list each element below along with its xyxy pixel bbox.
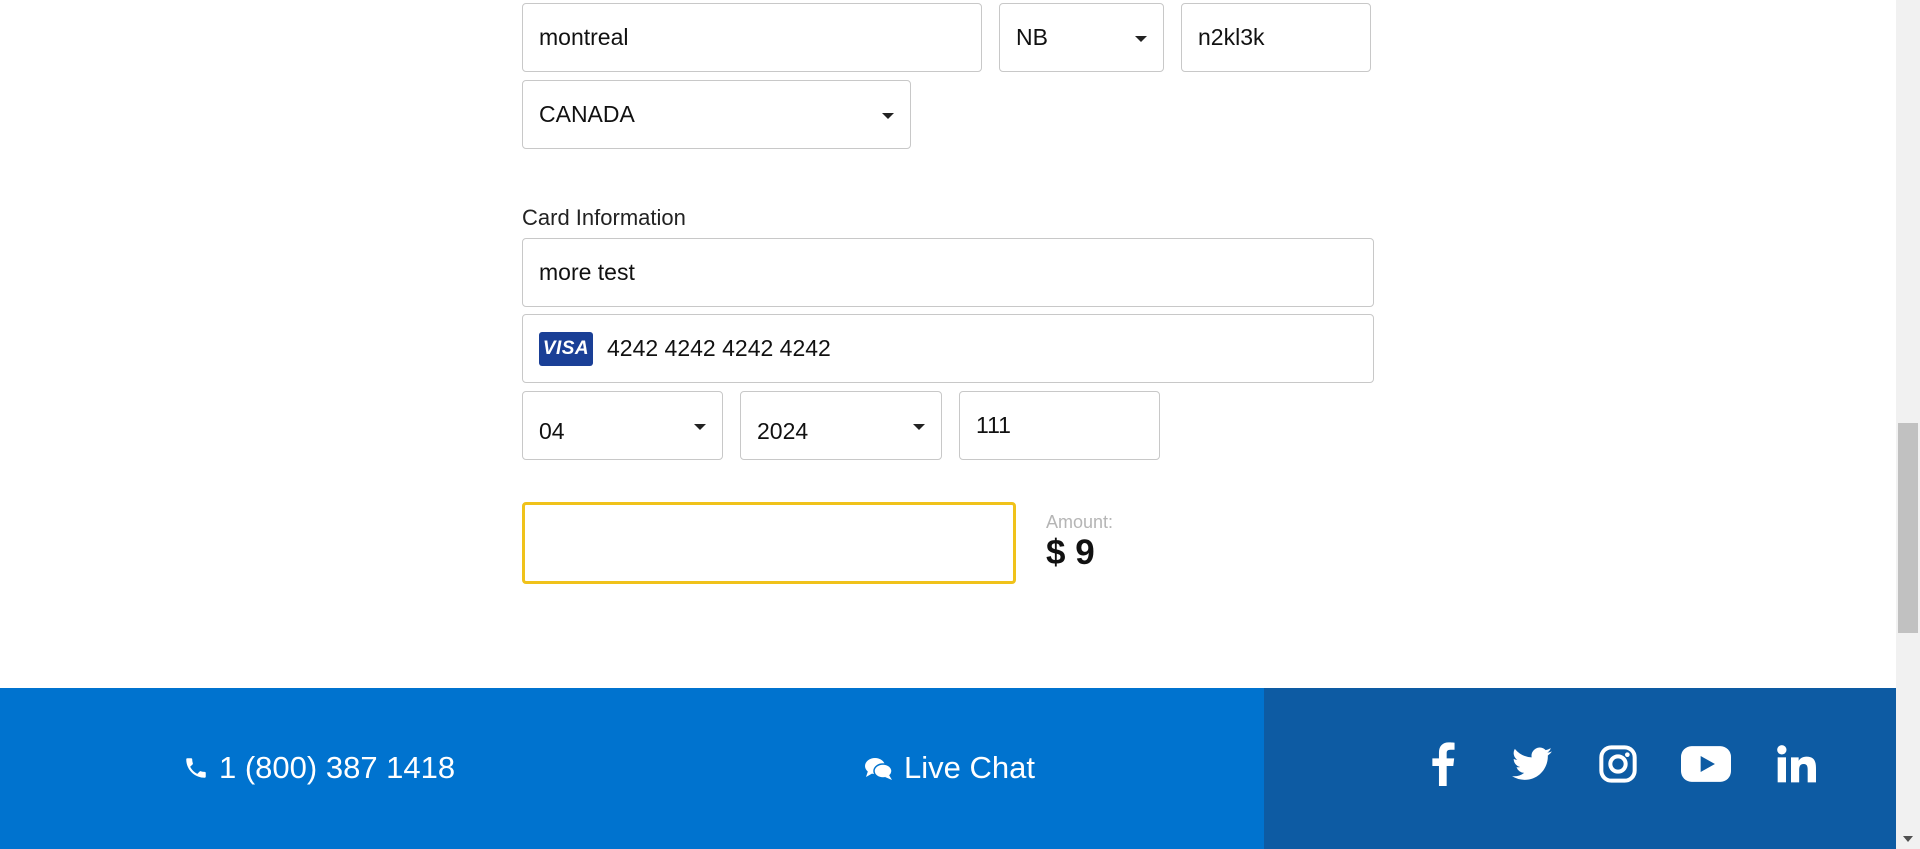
cvc-value: 111 (976, 412, 1011, 438)
exp-year-value: 2024 (757, 418, 809, 444)
scroll-down-arrow-icon[interactable] (1896, 830, 1920, 848)
live-chat-link[interactable]: Live Chat (864, 750, 1035, 786)
linkedin-icon[interactable] (1774, 742, 1818, 786)
instagram-icon[interactable] (1596, 742, 1640, 786)
phone-link[interactable]: 1 (800) 387 1418 (183, 750, 455, 786)
cardholder-name-input[interactable]: more test (522, 238, 1374, 307)
province-value: NB (1016, 24, 1048, 50)
exp-month-select[interactable]: 04 (522, 391, 723, 460)
postal-code-input[interactable]: n2kl3k (1181, 3, 1371, 72)
amount-label: Amount: (1046, 512, 1114, 532)
scrollbar-thumb[interactable] (1898, 423, 1918, 633)
youtube-icon[interactable] (1679, 742, 1733, 786)
chat-icon (865, 758, 893, 780)
card-number-input[interactable]: VISA 4242 4242 4242 4242 (522, 314, 1374, 383)
country-value: CANADA (539, 101, 635, 127)
captcha-input[interactable] (522, 502, 1016, 584)
city-value: montreal (539, 24, 629, 50)
province-select[interactable]: NB (999, 3, 1164, 72)
exp-month-value: 04 (539, 418, 565, 444)
live-chat-label: Live Chat (904, 750, 1035, 785)
chevron-down-icon (882, 112, 894, 119)
phone-icon (186, 758, 206, 778)
amount-value: $ 9 (1046, 533, 1095, 572)
cardholder-name-value: more test (539, 259, 635, 285)
visa-card-icon: VISA (539, 331, 593, 366)
exp-year-select[interactable]: 2024 (740, 391, 942, 460)
chevron-down-icon (1135, 35, 1147, 42)
phone-number: 1 (800) 387 1418 (219, 750, 456, 785)
chevron-down-icon (694, 423, 706, 430)
twitter-icon[interactable] (1510, 742, 1554, 786)
country-select[interactable]: CANADA (522, 80, 911, 149)
card-number-value: 4242 4242 4242 4242 (607, 335, 831, 361)
card-information-label: Card Information (522, 205, 686, 230)
cvc-input[interactable]: 111 (959, 391, 1160, 460)
chevron-down-icon (913, 423, 925, 430)
facebook-icon[interactable] (1423, 740, 1463, 788)
visa-logo-text: VISA (542, 337, 590, 359)
city-input[interactable]: montreal (522, 3, 982, 72)
postal-code-value: n2kl3k (1198, 24, 1265, 50)
